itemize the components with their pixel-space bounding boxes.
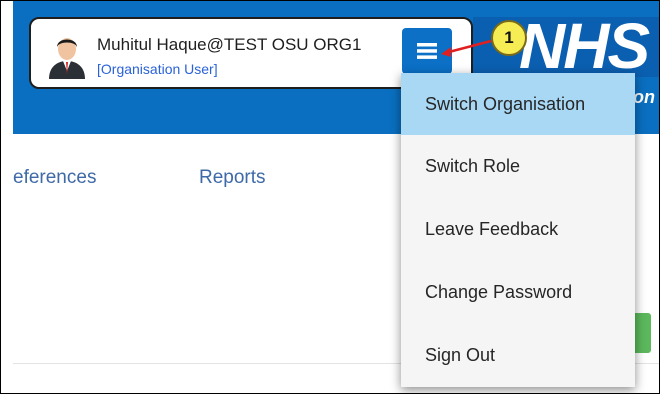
user-menu-dropdown: Switch Organisation Switch Role Leave Fe…	[401, 73, 635, 387]
menu-item-sign-out[interactable]: Sign Out	[401, 324, 635, 386]
menu-item-switch-role[interactable]: Switch Role	[401, 135, 635, 197]
callout-number-badge: 1	[491, 20, 527, 56]
nav-item-reports[interactable]: Reports	[199, 167, 266, 189]
nhs-logo-text: NHS	[519, 17, 650, 77]
menu-item-change-password[interactable]: Change Password	[401, 261, 635, 323]
user-role[interactable]: [Organisation User]	[97, 61, 218, 77]
screenshot-frame: NHS on Muhitul Haque@TEST OSU ORG1 [Orga…	[0, 0, 660, 394]
menu-item-leave-feedback[interactable]: Leave Feedback	[401, 198, 635, 260]
user-name: Muhitul Haque@TEST OSU ORG1	[97, 35, 362, 54]
user-avatar-icon	[45, 31, 89, 79]
header-subtitle-fragment: on	[633, 87, 655, 107]
nav-item-preferences[interactable]: eferences	[13, 167, 96, 189]
menu-item-switch-organisation[interactable]: Switch Organisation	[401, 73, 635, 135]
